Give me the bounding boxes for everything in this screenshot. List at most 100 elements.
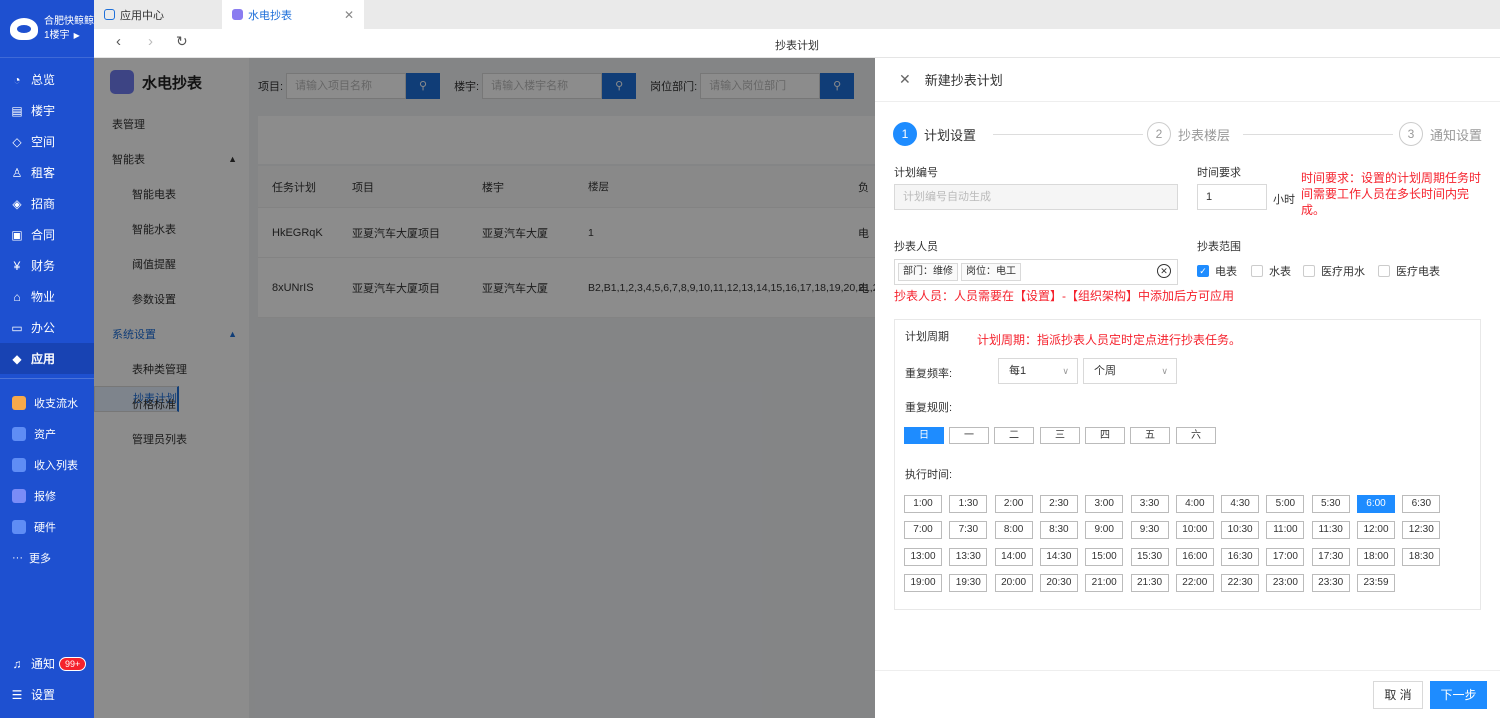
- time-slot-button[interactable]: 15:00: [1085, 547, 1124, 566]
- time-slot-button[interactable]: 15:30: [1130, 547, 1169, 566]
- app-shortcut-repair[interactable]: 报修: [0, 480, 94, 511]
- next-step-button[interactable]: 下一步: [1430, 681, 1487, 709]
- time-slot-button[interactable]: 22:30: [1221, 573, 1260, 592]
- nav-item-building[interactable]: ▤ 楼宇: [0, 95, 94, 126]
- time-slot-button[interactable]: 14:30: [1039, 547, 1078, 566]
- clear-icon[interactable]: ✕: [1157, 264, 1171, 278]
- time-slot-button[interactable]: 3:30: [1130, 495, 1169, 513]
- time-slot-button[interactable]: 22:00: [1175, 573, 1214, 592]
- scope-label: 抄表范围: [1197, 241, 1241, 253]
- time-slot-button[interactable]: 2:00: [994, 495, 1033, 513]
- time-slot-button[interactable]: 4:30: [1221, 495, 1260, 513]
- app-shortcut-cashflow[interactable]: 收支流水: [0, 387, 94, 418]
- drawer-title: 新建抄表计划: [924, 73, 1003, 88]
- document-icon: ▣: [11, 227, 23, 242]
- staff-tag-dept[interactable]: 部门：维修: [898, 263, 958, 281]
- time-slot-button[interactable]: 20:30: [1039, 573, 1078, 592]
- time-slot-button[interactable]: 8:00: [994, 521, 1033, 540]
- time-slot-button[interactable]: 13:30: [949, 547, 988, 566]
- tag-icon: ◈: [12, 196, 22, 211]
- time-slot-button[interactable]: 16:30: [1221, 547, 1260, 566]
- day-sun-button[interactable]: 日: [904, 427, 944, 444]
- time-slot-button[interactable]: 9:00: [1085, 521, 1124, 540]
- day-tue-button[interactable]: 二: [994, 427, 1034, 444]
- time-slot-button[interactable]: 10:30: [1221, 521, 1260, 540]
- day-mon-button[interactable]: 一: [949, 427, 989, 444]
- close-icon[interactable]: ✕: [344, 8, 354, 22]
- time-slot-button[interactable]: 23:30: [1311, 573, 1350, 592]
- time-req-input[interactable]: 1: [1197, 184, 1267, 210]
- freq-every-select[interactable]: 每1 ∨: [998, 358, 1078, 384]
- scope-medical-electric-checkbox[interactable]: 医疗电表: [1378, 263, 1440, 279]
- nav-item-settings[interactable]: ☰ 设置: [0, 679, 94, 710]
- nav-item-property[interactable]: ⌂ 物业: [0, 281, 94, 312]
- nav-item-apps[interactable]: ◆ 应用: [0, 343, 94, 374]
- day-wed-button[interactable]: 三: [1040, 427, 1080, 444]
- day-sat-button[interactable]: 六: [1176, 427, 1216, 444]
- time-slot-button[interactable]: 17:30: [1311, 547, 1350, 566]
- time-slot-button[interactable]: 6:30: [1402, 495, 1441, 513]
- nav-item-notify[interactable]: ♫ 通知 99+: [0, 648, 94, 679]
- time-slot-button[interactable]: 3:00: [1085, 495, 1124, 513]
- nav-item-overview[interactable]: ◔ 总览: [0, 64, 94, 95]
- time-slot-button[interactable]: 23:59: [1357, 573, 1395, 592]
- time-slot-button[interactable]: 23:00: [1266, 573, 1305, 592]
- app-shortcut-income[interactable]: 收入列表: [0, 449, 94, 480]
- time-slot-button[interactable]: 11:00: [1266, 521, 1305, 540]
- staff-note: 抄表人员：人员需要在【设置】-【组织架构】中添加后方可应用: [894, 289, 1234, 303]
- time-slot-button[interactable]: 18:30: [1402, 547, 1441, 566]
- time-slot-button[interactable]: 16:00: [1175, 547, 1214, 566]
- time-slot-button[interactable]: 10:00: [1175, 521, 1214, 540]
- time-slot-button[interactable]: 12:00: [1357, 521, 1395, 540]
- time-slot-button[interactable]: 21:00: [1085, 573, 1124, 592]
- time-slot-button[interactable]: 9:30: [1130, 521, 1169, 540]
- freq-unit-select[interactable]: 个周 ∨: [1083, 358, 1177, 384]
- nav-item-leasing[interactable]: ◈ 招商: [0, 188, 94, 219]
- nav-item-space[interactable]: ◇ 空间: [0, 126, 94, 157]
- time-slot-button[interactable]: 21:30: [1130, 573, 1169, 592]
- brand-switcher[interactable]: 合肥快鲸鲸 1楼宇 ▶: [0, 0, 94, 58]
- time-slot-button[interactable]: 12:30: [1402, 521, 1441, 540]
- cancel-button[interactable]: 取 消: [1373, 681, 1423, 709]
- time-slot-button[interactable]: 14:00: [994, 547, 1033, 566]
- nav-item-finance[interactable]: ¥ 财务: [0, 250, 94, 281]
- time-slot-button[interactable]: 18:00: [1357, 547, 1395, 566]
- tab-meter-reading[interactable]: 水电抄表 ✕: [222, 0, 364, 29]
- time-slot-button[interactable]: 5:30: [1311, 495, 1350, 513]
- time-slot-button[interactable]: 19:00: [904, 573, 942, 592]
- scope-electric-checkbox[interactable]: ✓ 电表: [1197, 263, 1237, 279]
- time-slot-button[interactable]: 17:00: [1266, 547, 1305, 566]
- time-slot-button[interactable]: 2:30: [1039, 495, 1078, 513]
- app-shortcut-assets[interactable]: 资产: [0, 418, 94, 449]
- time-slot-button[interactable]: 4:00: [1175, 495, 1214, 513]
- time-slot-button[interactable]: 7:00: [904, 521, 942, 540]
- time-slot-button[interactable]: 1:30: [949, 495, 988, 513]
- day-thu-button[interactable]: 四: [1085, 427, 1125, 444]
- app-shortcut-hardware[interactable]: 硬件: [0, 511, 94, 542]
- time-slot-button[interactable]: 5:00: [1266, 495, 1305, 513]
- scope-water-checkbox[interactable]: 水表: [1251, 263, 1291, 279]
- rule-label: 重复规则:: [905, 402, 953, 414]
- time-slot-button[interactable]: 8:30: [1039, 521, 1078, 540]
- staff-select[interactable]: 部门：维修 岗位：电工 ✕: [894, 259, 1178, 285]
- close-icon[interactable]: ✕: [899, 71, 911, 88]
- time-slot-button[interactable]: 11:30: [1311, 521, 1350, 540]
- time-slot-button[interactable]: 19:30: [949, 573, 988, 592]
- plan-no-input: 计划编号自动生成: [894, 184, 1178, 210]
- brand-name: 合肥快鲸鲸: [44, 15, 94, 27]
- nav-item-office[interactable]: ▭ 办公: [0, 312, 94, 343]
- nav-item-tenant[interactable]: ♙ 租客: [0, 157, 94, 188]
- time-slot-button[interactable]: 13:00: [904, 547, 942, 566]
- time-slot-button[interactable]: 6:00: [1357, 495, 1395, 513]
- app-shortcut-more[interactable]: ··· 更多: [0, 542, 94, 573]
- menu-icon: ☰: [11, 687, 23, 702]
- day-fri-button[interactable]: 五: [1130, 427, 1170, 444]
- nav-item-contract[interactable]: ▣ 合同: [0, 219, 94, 250]
- staff-tag-post[interactable]: 岗位：电工: [961, 263, 1021, 281]
- time-slot-button[interactable]: 20:00: [994, 573, 1033, 592]
- time-slot-button[interactable]: 7:30: [949, 521, 988, 540]
- modal-overlay[interactable]: [94, 58, 875, 718]
- scope-medical-water-checkbox[interactable]: 医疗用水: [1303, 263, 1365, 279]
- time-slot-button[interactable]: 1:00: [904, 495, 942, 513]
- tab-app-center[interactable]: 应用中心: [94, 0, 218, 29]
